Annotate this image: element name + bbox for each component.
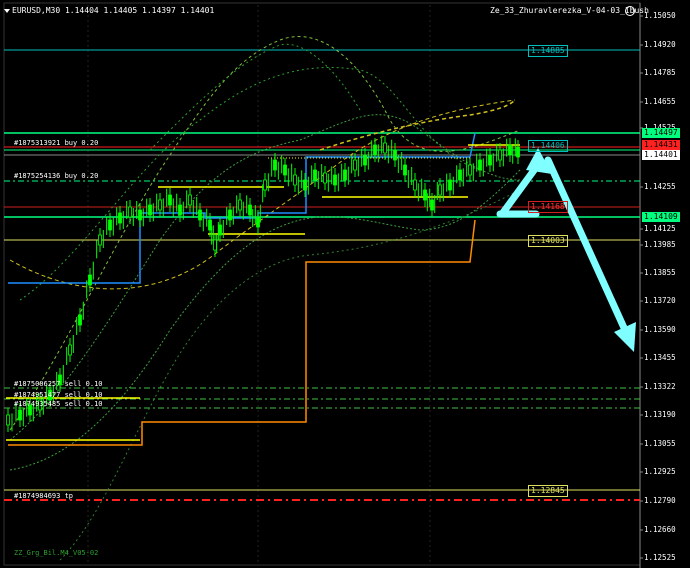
order-label-sell1: #1875006257 sell 0.10 bbox=[14, 380, 103, 388]
axis-label-18: 1.12525 bbox=[644, 553, 676, 562]
price-box-bid: 1.14401 bbox=[642, 150, 680, 160]
candle-body bbox=[293, 174, 297, 186]
candle-body bbox=[423, 189, 427, 201]
outer-lower-band-line bbox=[59, 189, 521, 561]
candle-body bbox=[168, 194, 172, 206]
candle-body bbox=[323, 172, 327, 184]
axis-label-14: 1.13055 bbox=[644, 439, 676, 448]
axis-label-0: 1.15050 bbox=[644, 11, 676, 20]
plot-border bbox=[3, 2, 641, 566]
candle-body bbox=[498, 149, 502, 161]
footer-indicator-label: ZZ_Grg_Bil.M4_V05-02 bbox=[14, 549, 99, 557]
candle-body bbox=[148, 204, 152, 216]
candle-body bbox=[98, 234, 102, 246]
price-box-114109: 1.14109 bbox=[642, 212, 680, 222]
candle-body bbox=[188, 194, 192, 206]
axis-label-13: 1.13190 bbox=[644, 410, 676, 419]
candle-body bbox=[373, 144, 377, 156]
price-box-114497: 1.14497 bbox=[642, 128, 680, 138]
axis-label-17: 1.12660 bbox=[644, 525, 676, 534]
candle-body bbox=[213, 239, 217, 251]
axis-label-8: 1.13855 bbox=[644, 268, 676, 277]
candle-body bbox=[118, 212, 122, 224]
candle-body bbox=[208, 219, 212, 231]
axis-label-12: 1.13322 bbox=[644, 382, 676, 391]
candle-body bbox=[218, 224, 222, 236]
candle-body bbox=[128, 206, 132, 218]
label-114885: 1.14885 bbox=[528, 45, 568, 57]
candle-body bbox=[413, 179, 417, 191]
order-label-tp: #1874984693 tp bbox=[14, 492, 74, 500]
axis-label-3: 1.14655 bbox=[644, 97, 676, 106]
axis-label-15: 1.12925 bbox=[644, 467, 676, 476]
candle-body bbox=[333, 174, 337, 186]
axis-label-2: 1.14785 bbox=[644, 68, 676, 77]
candle-body bbox=[353, 159, 357, 171]
candle-body bbox=[228, 209, 232, 221]
axis-label-1: 1.14920 bbox=[644, 40, 676, 49]
candle-body bbox=[488, 154, 492, 166]
yellow-ma-tail bbox=[319, 99, 516, 151]
candle-body bbox=[516, 146, 520, 158]
candle-body bbox=[238, 199, 242, 211]
candle-body bbox=[383, 142, 387, 154]
candle-body bbox=[403, 164, 407, 176]
candle-body bbox=[6, 414, 10, 426]
session-separators bbox=[87, 5, 431, 565]
smiley-icon[interactable] bbox=[625, 6, 635, 16]
candle-body bbox=[448, 179, 452, 191]
outer-upper-band-line bbox=[19, 67, 481, 301]
order-label-buy1: #1875313921 buy 0.20 bbox=[14, 139, 99, 147]
candle-body bbox=[438, 184, 442, 196]
order-label-sell3: #1874935485 sell 0.10 bbox=[14, 400, 103, 408]
candle-body bbox=[138, 209, 142, 221]
label-114003: 1.14003 bbox=[528, 235, 568, 247]
candle-body bbox=[68, 344, 72, 356]
order-label-sell2: #1874951477 sell 0.10 bbox=[14, 391, 103, 399]
candle-body bbox=[273, 159, 277, 171]
label-112845: 1.12845 bbox=[528, 485, 568, 497]
candle-body bbox=[18, 409, 22, 421]
symbol-info: EURUSD,M30 1.14404 1.14405 1.14397 1.144… bbox=[12, 6, 215, 15]
chart-window[interactable]: EURUSD,M30 1.14404 1.14405 1.14397 1.144… bbox=[0, 0, 690, 568]
axis-label-5: 1.14255 bbox=[644, 182, 676, 191]
candle-body bbox=[78, 314, 82, 326]
candle-body bbox=[393, 149, 397, 161]
candle-body bbox=[248, 204, 252, 216]
axis-label-11: 1.13455 bbox=[644, 353, 676, 362]
price-box-114431: 1.14431 bbox=[642, 140, 680, 150]
candle-body bbox=[303, 179, 307, 191]
candle-body bbox=[478, 159, 482, 171]
candle-body bbox=[343, 169, 347, 181]
candle-body bbox=[458, 169, 462, 181]
candle-body bbox=[283, 164, 287, 176]
lower-band-line bbox=[9, 169, 521, 471]
candle-body bbox=[88, 274, 92, 286]
label-114168: 1.14168 bbox=[528, 201, 568, 213]
axis-label-9: 1.13720 bbox=[644, 296, 676, 305]
candle-body bbox=[256, 216, 260, 228]
axis-label-7: 1.13985 bbox=[644, 240, 676, 249]
candle-body bbox=[198, 209, 202, 221]
candle-body bbox=[430, 199, 434, 211]
label-114406: 1.14406 bbox=[528, 140, 568, 152]
candle-body bbox=[363, 154, 367, 166]
candle-body bbox=[508, 144, 512, 156]
price-chart[interactable] bbox=[0, 0, 690, 568]
candle-body bbox=[313, 169, 317, 181]
candle-body bbox=[108, 219, 112, 231]
candle-body bbox=[178, 204, 182, 216]
candle-body bbox=[263, 179, 267, 191]
axis-label-16: 1.12790 bbox=[644, 496, 676, 505]
axis-label-10: 1.13590 bbox=[644, 325, 676, 334]
triangle-down-icon[interactable] bbox=[4, 9, 10, 13]
candle-body bbox=[158, 199, 162, 211]
axis-label-6: 1.14125 bbox=[644, 224, 676, 233]
orange-step-line bbox=[8, 219, 476, 446]
candle-body bbox=[468, 164, 472, 176]
order-label-buy2: #1875254136 buy 0.20 bbox=[14, 172, 99, 180]
